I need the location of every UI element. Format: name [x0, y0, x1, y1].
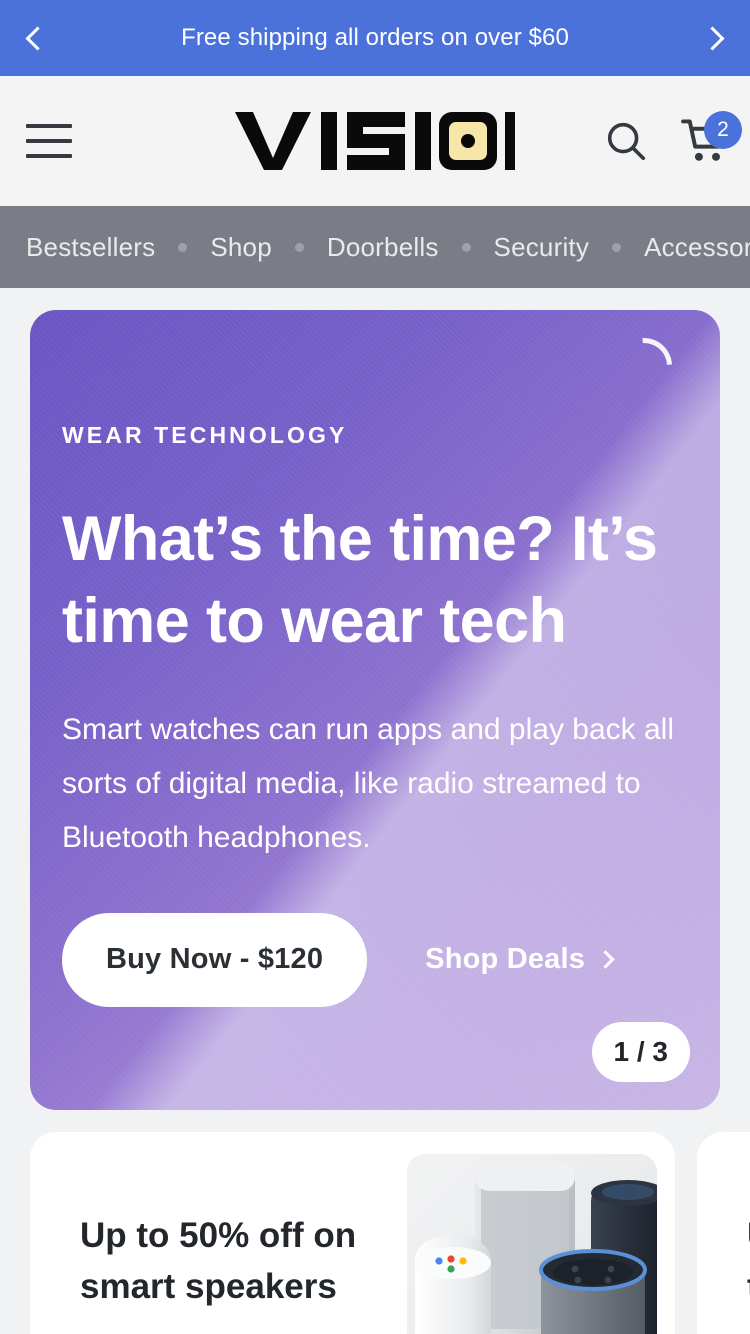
promo-card-text: Up to 30% off on thermostats: [697, 1132, 750, 1334]
hero-eyebrow: WEAR TECHNOLOGY: [62, 422, 348, 448]
promo-card-carousel[interactable]: Up to 50% off on smart speakers: [0, 1110, 750, 1334]
hamburger-menu-icon[interactable]: [26, 124, 72, 158]
chevron-left-icon: [25, 25, 50, 51]
hero-banner: WEAR TECHNOLOGY What’s the time? It’s ti…: [30, 310, 720, 1110]
logo-wordmark: [235, 110, 515, 172]
shop-deals-label: Shop Deals: [425, 943, 586, 976]
site-logo[interactable]: VISION: [235, 111, 515, 171]
nav-separator-dot: [461, 242, 471, 252]
site-header: VISION 2: [0, 76, 750, 206]
promo-card[interactable]: Up to 50% off on smart speakers: [30, 1132, 675, 1334]
nav-item-accessories[interactable]: Accessories: [644, 232, 750, 263]
promo-card-title: Up to 50% off on smart speakers: [80, 1216, 357, 1306]
hero-title: What’s the time? It’s time to wear tech: [62, 504, 658, 656]
promo-card-text: Up to 50% off on smart speakers: [30, 1132, 407, 1334]
nav-item-doorbells[interactable]: Doorbells: [327, 232, 439, 263]
shop-deals-link[interactable]: Shop Deals: [425, 943, 615, 976]
search-icon: [607, 122, 646, 161]
category-nav: Bestsellers Shop Doorbells Security Acce…: [0, 206, 750, 288]
announcement-next-button[interactable]: [680, 0, 750, 76]
hero-description: Smart watches can run apps and play back…: [62, 712, 674, 854]
hamburger-line: [26, 154, 72, 158]
nav-separator-dot: [178, 242, 188, 252]
app-screen: Free shipping all orders on over $60 2 B…: [0, 0, 750, 1334]
nav-item-bestsellers[interactable]: Bestsellers: [26, 232, 155, 263]
nav-item-security[interactable]: Security: [494, 232, 590, 263]
nav-separator-dot: [612, 242, 622, 252]
cart-count-badge: 2: [704, 111, 742, 149]
hero-section: WEAR TECHNOLOGY What’s the time? It’s ti…: [0, 288, 750, 1110]
hamburger-line: [26, 124, 72, 128]
chevron-right-icon: [700, 25, 725, 51]
announcement-bar: Free shipping all orders on over $60: [0, 0, 750, 76]
nav-item-shop[interactable]: Shop: [210, 232, 272, 263]
hero-cta-group: Buy Now - $120 Shop Deals: [62, 912, 686, 1007]
chevron-right-icon: [596, 950, 615, 969]
header-actions: 2: [600, 111, 742, 167]
search-button[interactable]: [600, 115, 652, 167]
carousel-slide-counter: 1 / 3: [591, 1022, 690, 1082]
cart-button[interactable]: 2: [680, 111, 742, 167]
promo-card[interactable]: Up to 30% off on thermostats: [697, 1132, 750, 1334]
nav-separator-dot: [294, 242, 304, 252]
announcement-text: Free shipping all orders on over $60: [181, 24, 569, 51]
buy-now-button[interactable]: Buy Now - $120: [62, 912, 368, 1007]
smart-speakers-photo: [407, 1154, 657, 1334]
announcement-prev-button[interactable]: [0, 0, 70, 76]
hero-content: WEAR TECHNOLOGY What’s the time? It’s ti…: [30, 310, 720, 1007]
hamburger-line: [26, 139, 72, 143]
